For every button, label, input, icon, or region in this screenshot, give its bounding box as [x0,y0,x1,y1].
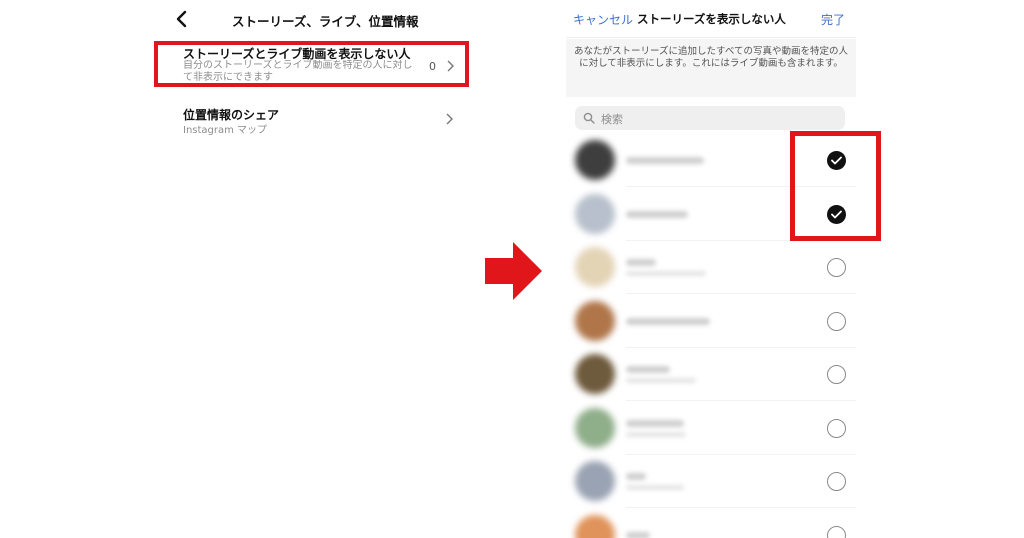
user-list-item[interactable] [566,401,856,455]
stories-settings-screen: ストーリーズ、ライブ、位置情報 ストーリーズとライブ動画を表示しない人 自分のス… [150,0,475,538]
hide-story-from-row[interactable]: ストーリーズとライブ動画を表示しない人 自分のストーリーズとライブ動画を特定の人… [150,40,470,88]
username-blurred [626,473,646,480]
avatar [575,247,615,287]
avatar [575,140,615,180]
username-blurred [626,531,650,538]
location-sharing-sub: Instagram マップ [183,125,268,136]
username-blurred [626,366,670,373]
avatar [575,407,615,448]
checked-circle-icon[interactable] [827,151,846,170]
chevron-right-icon [446,113,453,125]
avatar [575,354,615,394]
user-list-item[interactable] [566,187,856,241]
unchecked-circle-icon[interactable] [827,525,846,538]
left-nav-bar: ストーリーズ、ライブ、位置情報 [150,0,475,38]
unchecked-circle-icon[interactable] [827,472,846,491]
username-blurred [626,157,704,164]
username-blurred [626,259,656,266]
user-list-item[interactable] [566,133,856,187]
avatar [575,300,615,341]
search-input[interactable]: 検索 [575,106,845,130]
page-title: ストーリーズを表示しない人 [637,12,786,26]
user-list-item[interactable] [566,454,856,508]
unchecked-circle-icon[interactable] [827,258,846,277]
right-nav-bar: キャンセル ストーリーズを表示しない人 完了 [566,0,856,38]
user-list-item[interactable] [566,508,856,538]
checked-circle-icon[interactable] [827,204,846,224]
back-chevron-icon[interactable] [174,10,190,28]
description-text: あなたがストーリーズに追加したすべての写真や動画を特定の人に対して非表示にします… [574,46,848,69]
fullname-blurred [626,378,696,383]
fullname-blurred [626,431,686,437]
username-blurred [626,317,710,325]
fullname-blurred [626,485,684,490]
avatar [575,193,615,234]
avatar [575,461,615,501]
username-blurred [626,419,684,427]
hide-story-from-description: 自分のストーリーズとライブ動画を特定の人に対して非表示にできます [183,60,413,83]
location-sharing-row[interactable]: 位置情報のシェア Instagram マップ [150,100,470,140]
username-blurred [626,210,688,218]
search-placeholder: 検索 [601,113,623,126]
hide-story-screen: キャンセル ストーリーズを表示しない人 完了 あなたがストーリーズに追加したすべ… [566,0,856,538]
arrow-right-icon [485,242,542,300]
user-list-item[interactable] [566,347,856,401]
page-title: ストーリーズ、ライブ、位置情報 [232,14,419,29]
unchecked-circle-icon[interactable] [827,311,846,331]
hidden-count: 0 [429,60,436,73]
avatar [575,514,615,538]
user-list-item[interactable] [566,294,856,348]
chevron-right-icon [447,60,454,72]
search-icon [583,112,595,124]
user-list-item[interactable] [566,240,856,294]
unchecked-circle-icon[interactable] [827,418,846,438]
done-button[interactable]: 完了 [821,11,845,28]
cancel-button[interactable]: キャンセル [573,11,633,28]
unchecked-circle-icon[interactable] [827,365,846,384]
fullname-blurred [626,271,706,276]
